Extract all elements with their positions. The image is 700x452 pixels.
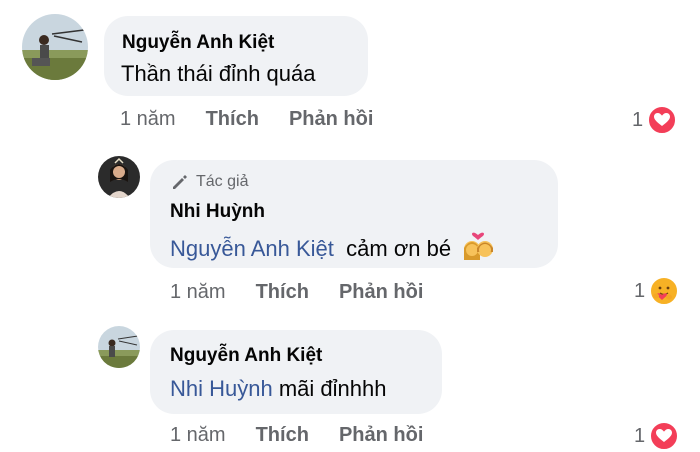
comment-message: cảm ơn bé — [346, 236, 452, 261]
avatar[interactable] — [98, 326, 140, 368]
like-button[interactable]: Thích — [206, 108, 259, 131]
reaction-count: 1 — [634, 424, 646, 447]
avatar-photo — [22, 14, 88, 80]
reply-button[interactable]: Phản hồi — [339, 281, 423, 304]
reaction-summary[interactable]: 1 — [634, 421, 680, 451]
reply-button[interactable]: Phản hồi — [289, 108, 373, 131]
reply-button[interactable]: Phản hồi — [339, 424, 423, 447]
comment-text: Nguyễn Anh Kiệt cảm ơn bé — [170, 232, 495, 262]
comment-timestamp[interactable]: 1 năm — [120, 108, 176, 131]
comment-author[interactable]: Nguyễn Anh Kiệt — [170, 345, 322, 367]
mention-link[interactable]: Nhi Huỳnh — [170, 376, 273, 401]
couple-with-heart-emoji — [464, 232, 494, 260]
pen-icon — [173, 175, 187, 189]
comment-text: Nhi Huỳnh mãi đỉnhhh — [170, 376, 386, 402]
like-button[interactable]: Thích — [256, 424, 309, 447]
comment-timestamp[interactable]: 1 năm — [170, 281, 226, 304]
reaction-count: 1 — [632, 108, 644, 131]
comment-actions: 1 năm Thích Phản hồi — [170, 424, 453, 447]
avatar-photo — [98, 326, 140, 368]
mention-link[interactable]: Nguyễn Anh Kiệt — [170, 236, 334, 261]
comment-timestamp[interactable]: 1 năm — [170, 424, 226, 447]
author-badge-label: Tác giả — [196, 173, 249, 190]
comment-actions: 1 năm Thích Phản hồi — [120, 108, 403, 131]
comment-actions: 1 năm Thích Phản hồi — [170, 281, 453, 304]
comment-author[interactable]: Nguyễn Anh Kiệt — [122, 32, 274, 54]
comment-text: Thần thái đỉnh quáa — [121, 61, 316, 86]
like-button[interactable]: Thích — [256, 281, 309, 304]
reaction-count: 1 — [634, 279, 646, 302]
avatar-photo — [98, 156, 140, 198]
comment-message: mãi đỉnhhh — [278, 376, 387, 401]
author-badge: Tác giả — [170, 172, 248, 192]
avatar[interactable] — [98, 156, 140, 198]
reaction-summary[interactable]: 1 — [634, 276, 680, 306]
comment-author[interactable]: Nhi Huỳnh — [170, 201, 265, 223]
heart-icon — [649, 421, 680, 451]
care-hug-icon — [649, 276, 680, 306]
avatar[interactable] — [22, 14, 88, 80]
reaction-summary[interactable]: 1 — [632, 105, 678, 135]
heart-icon — [647, 105, 678, 135]
